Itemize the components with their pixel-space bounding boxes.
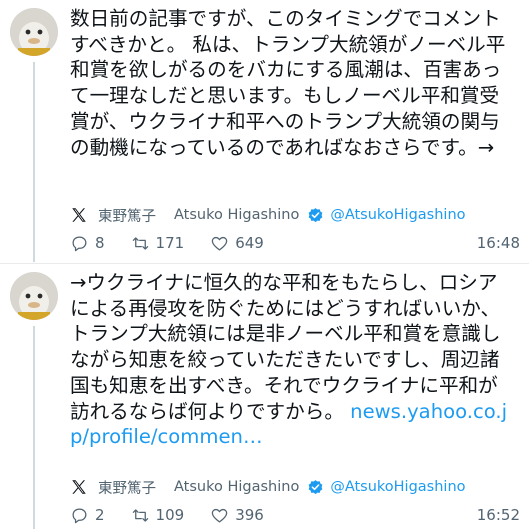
post-1[interactable]: 数日前の記事ですが、このタイミングでコメントすべきかと。 私は、トランプ大統領が… — [0, 0, 529, 262]
reply-icon — [72, 236, 87, 251]
verified-badge-icon — [308, 479, 323, 494]
like-stat[interactable]: 649 — [210, 234, 264, 253]
like-icon — [211, 236, 228, 250]
like-icon — [211, 508, 228, 522]
reply-count: 8 — [95, 234, 105, 252]
reply-count: 2 — [95, 506, 105, 524]
x-logo-icon — [72, 480, 86, 494]
post-2[interactable]: →ウクライナに恒久的な平和をもたらし、ロシアによる再侵攻を防ぐためにはどうすれば… — [0, 264, 529, 529]
like-stat[interactable]: 396 — [210, 506, 264, 525]
repost-icon — [132, 508, 148, 522]
x-logo-icon — [72, 208, 86, 222]
avatar[interactable] — [10, 272, 58, 320]
avatar-icon — [10, 8, 58, 56]
avatar[interactable] — [10, 8, 58, 56]
thread-line — [33, 326, 35, 529]
source-row[interactable]: 東野篤子 Atsuko Higashino @AtsukoHigashino — [70, 204, 515, 226]
author-name-jp[interactable]: 東野篤子 — [98, 205, 156, 226]
stats-row: 2 109 396 16:52 — [70, 504, 520, 526]
repost-icon — [132, 236, 148, 250]
author-name-en[interactable]: Atsuko Higashino — [174, 207, 299, 223]
reply-stat[interactable]: 2 — [70, 506, 105, 525]
timestamp[interactable]: 16:48 — [477, 234, 520, 252]
repost-count: 171 — [155, 234, 185, 252]
post-text: →ウクライナに恒久的な平和をもたらし、ロシアによる再侵攻を防ぐためにはどうすれば… — [70, 270, 515, 450]
author-handle[interactable]: @AtsukoHigashino — [330, 207, 465, 223]
author-name-en[interactable]: Atsuko Higashino — [174, 479, 299, 495]
source-row[interactable]: 東野篤子 Atsuko Higashino @AtsukoHigashino — [70, 476, 515, 498]
stats-row: 8 171 649 16:48 — [70, 232, 520, 254]
post-text-body: 数日前の記事ですが、このタイミングでコメントすべきかと。 私は、トランプ大統領が… — [70, 7, 506, 159]
avatar-icon — [10, 272, 58, 320]
like-count: 396 — [235, 506, 264, 524]
thread-line — [33, 62, 35, 262]
repost-count: 109 — [155, 506, 185, 524]
author-name-jp[interactable]: 東野篤子 — [98, 477, 156, 498]
author-handle[interactable]: @AtsukoHigashino — [330, 479, 465, 495]
repost-stat[interactable]: 171 — [131, 234, 185, 253]
timestamp[interactable]: 16:52 — [477, 506, 520, 524]
post-text: 数日前の記事ですが、このタイミングでコメントすべきかと。 私は、トランプ大統領が… — [70, 6, 515, 160]
repost-stat[interactable]: 109 — [131, 506, 185, 525]
reply-stat[interactable]: 8 — [70, 234, 105, 253]
verified-badge-icon — [308, 207, 323, 222]
reply-icon — [72, 508, 87, 523]
like-count: 649 — [235, 234, 264, 252]
